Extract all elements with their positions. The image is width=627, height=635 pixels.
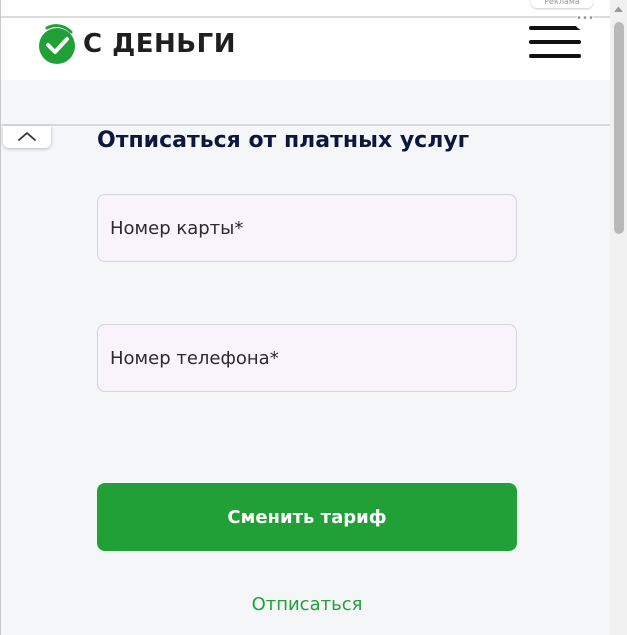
section-divider (1, 124, 611, 126)
collapse-toggle[interactable] (3, 126, 51, 148)
scrollbar-thumb[interactable] (614, 22, 624, 234)
page-title: Отписаться от платных услуг (97, 128, 470, 153)
phone-number-field[interactable] (97, 324, 517, 392)
ad-badge[interactable]: Реклама (531, 0, 593, 8)
card-number-field[interactable] (97, 194, 517, 262)
ad-menu-icon[interactable]: ••• (575, 14, 595, 30)
site-header: С ДЕНЬГИ (1, 18, 611, 80)
top-strip (1, 0, 611, 18)
unsubscribe-link[interactable]: Отписаться (97, 594, 517, 615)
brand-name: С ДЕНЬГИ (83, 29, 236, 59)
change-tariff-button[interactable]: Сменить тариф (97, 483, 517, 551)
checkmark-circle-logo-icon (39, 24, 75, 64)
burger-line (529, 40, 581, 44)
burger-line (529, 26, 581, 30)
card-number-input[interactable] (110, 217, 504, 239)
phone-number-input[interactable] (110, 347, 504, 369)
page-viewport: С ДЕНЬГИ Реклама ••• Отписаться от платн… (0, 0, 611, 635)
chevron-up-icon (18, 132, 36, 141)
scroll-up-arrow-icon[interactable] (613, 5, 624, 13)
burger-line (529, 54, 581, 58)
hamburger-menu-icon[interactable] (529, 24, 581, 60)
brand-logo[interactable]: С ДЕНЬГИ (35, 22, 236, 66)
